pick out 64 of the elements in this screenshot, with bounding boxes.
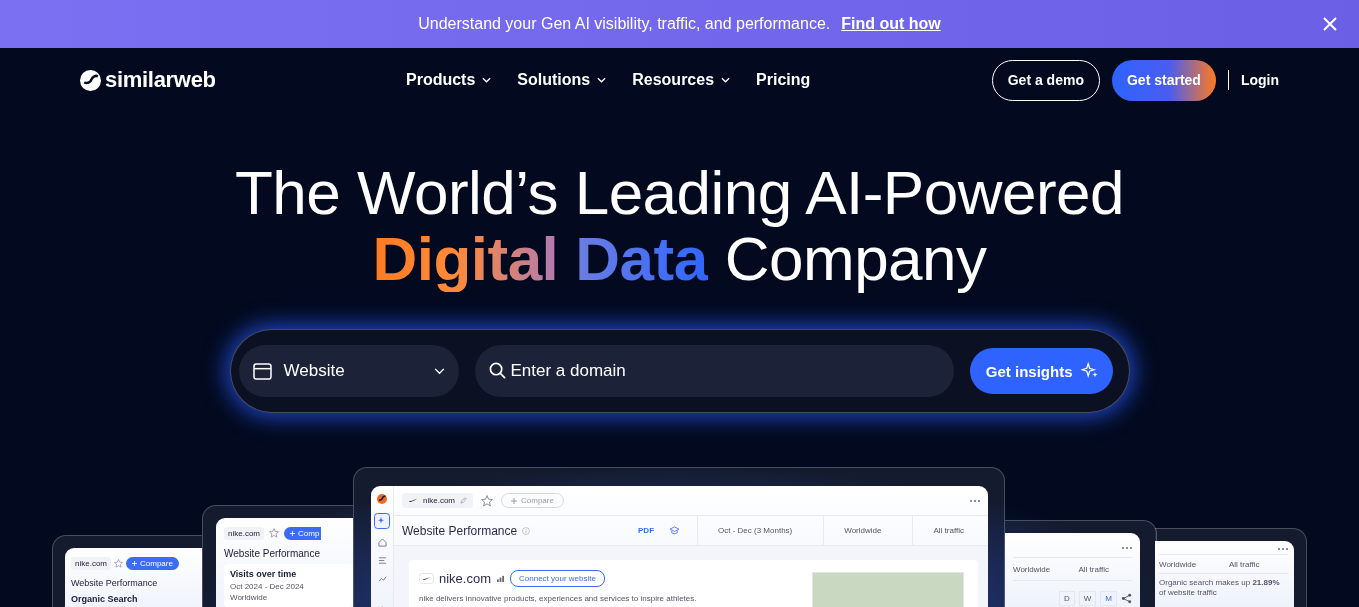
region-dropdown[interactable]: Worldwide [1013, 564, 1067, 574]
info-icon [522, 526, 531, 535]
region-text: Worldwide [230, 593, 268, 602]
sparkle-icon[interactable] [374, 513, 390, 529]
plus-icon [511, 497, 517, 504]
page-title: Website Performance [71, 578, 159, 588]
domain-input-field[interactable]: Enter a domain [474, 345, 954, 397]
graduation-cap-icon[interactable] [669, 526, 680, 535]
logo-icon [377, 494, 387, 504]
period-toggle[interactable]: W [1078, 591, 1097, 606]
site-description: nike delivers innovative products, experiences and services to inspire athletes. [419, 594, 698, 603]
find-out-link[interactable]: Find out how [841, 15, 941, 33]
compare-button[interactable]: Compare [126, 556, 179, 570]
home-icon[interactable] [377, 538, 387, 547]
nav-menu-item[interactable]: Pricing [756, 71, 811, 89]
sparkle-icon [1080, 362, 1099, 380]
compare-button[interactable]: Comp [284, 526, 322, 540]
nav-menu-item[interactable]: Products [406, 71, 492, 89]
star-icon [269, 528, 279, 538]
pencil-icon[interactable] [460, 497, 467, 504]
search-icon [488, 362, 506, 379]
share-icon[interactable] [1121, 593, 1132, 604]
date-range-dropdown[interactable]: Oct - Dec (3 Months) [697, 516, 819, 545]
banner-text: Understand your Gen AI visibility, traffic, and performance. [418, 15, 831, 33]
card-title: Visits over time [230, 569, 298, 579]
region-dropdown[interactable]: Worldwide [823, 516, 908, 545]
traffic-note: Organic search makes up 21.89% of website traffic [1159, 578, 1281, 598]
plus-icon [290, 530, 295, 536]
traffic-dropdown[interactable]: All traffic [912, 516, 988, 545]
plus-icon [132, 560, 137, 566]
close-icon[interactable] [1322, 16, 1338, 32]
traffic-dropdown[interactable]: All traffic [1078, 564, 1132, 574]
nav-menu-item[interactable]: Resources [632, 71, 731, 89]
site-name: nike.com [439, 571, 492, 586]
pdf-button[interactable]: PDF [638, 526, 654, 535]
nav-menu-item[interactable]: Solutions [517, 71, 607, 89]
caret-icon [433, 367, 445, 375]
traffic-dropdown[interactable]: All traffic [1229, 559, 1287, 569]
swoosh-icon [408, 498, 418, 503]
star-icon[interactable] [481, 494, 493, 507]
list-icon[interactable] [377, 556, 387, 565]
logo-icon [80, 69, 101, 91]
logo-text[interactable]: similarweb [105, 67, 216, 93]
section-title: Organic Search [71, 594, 139, 604]
domain-chip: nike.com [402, 493, 473, 508]
page-title: Website Performance [402, 523, 518, 538]
connect-website-button[interactable]: Connect your website [510, 570, 605, 587]
domain-chip: nike.com [224, 526, 264, 540]
page-title: Website Performance [224, 548, 321, 559]
type-dropdown[interactable]: Website [238, 345, 459, 397]
domain-chip: nike.com [71, 556, 111, 570]
get-insights-button[interactable]: Get insights [969, 348, 1113, 394]
nav-button[interactable]: Login [1240, 59, 1279, 101]
hero-headline: The World’s Leading AI-Powered [234, 160, 1125, 226]
browser-icon [252, 362, 272, 380]
swoosh-icon [419, 573, 434, 584]
trend-icon[interactable] [377, 574, 387, 583]
date-range-text: Oct 2024 - Dec 2024 [230, 582, 304, 591]
rank-bars-icon [496, 575, 506, 582]
region-dropdown[interactable]: Worldwide [1159, 559, 1217, 569]
period-toggle[interactable]: D [1059, 591, 1075, 606]
period-toggle[interactable]: M [1100, 591, 1117, 606]
hero-headline-word: Company [724, 226, 987, 292]
star-icon [114, 558, 123, 568]
